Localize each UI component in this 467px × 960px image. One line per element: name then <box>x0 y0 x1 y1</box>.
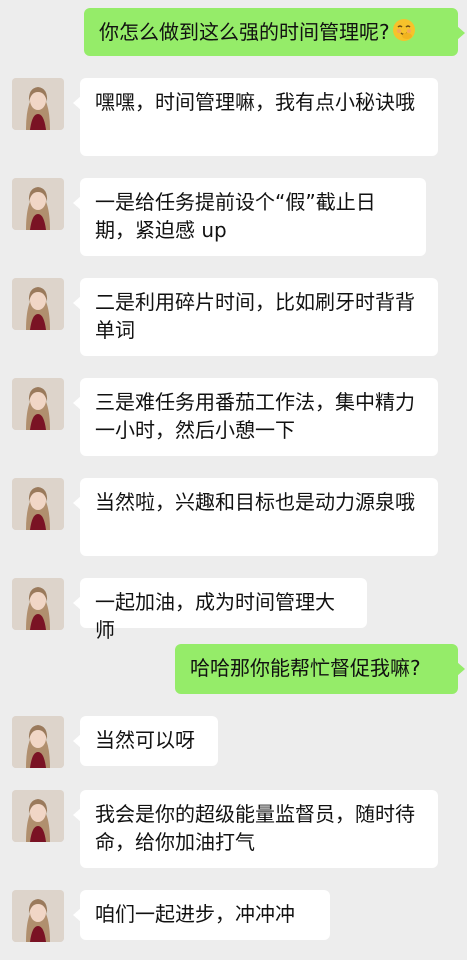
message-bubble[interactable]: 嘿嘿，时间管理嘛，我有点小秘诀哦 <box>73 78 438 156</box>
contact-avatar[interactable] <box>12 790 64 842</box>
avatar-portrait-icon <box>12 478 64 530</box>
avatar-portrait-icon <box>12 578 64 630</box>
avatar-portrait-icon <box>12 178 64 230</box>
contact-avatar[interactable] <box>12 890 64 942</box>
avatar-portrait-icon <box>12 890 64 942</box>
contact-avatar[interactable] <box>12 278 64 330</box>
avatar-portrait-icon <box>12 78 64 130</box>
message-bubble[interactable]: 当然可以呀 <box>73 716 218 766</box>
contact-avatar[interactable] <box>12 178 64 230</box>
message-bubble[interactable]: 一起加油，成为时间管理大师 <box>73 578 367 642</box>
message-bubble[interactable]: 当然啦，兴趣和目标也是动力源泉哦 <box>73 478 438 556</box>
chat-area[interactable]: 你怎么做到这么强的时间管理呢? 嘿嘿，时间管理嘛，我有点小秘诀哦 一是给任务提前… <box>0 0 467 960</box>
contact-avatar[interactable] <box>12 78 64 130</box>
avatar-portrait-icon <box>12 378 64 430</box>
message-bubble[interactable]: 你怎么做到这么强的时间管理呢? <box>84 8 465 56</box>
contact-avatar[interactable] <box>12 716 64 768</box>
smiling-face-with-hand-over-mouth-icon <box>392 18 416 49</box>
message-bubble[interactable]: 一是给任务提前设个“假”截止日期，紧迫感 up <box>73 178 426 256</box>
avatar-portrait-icon <box>12 278 64 330</box>
contact-avatar[interactable] <box>12 578 64 630</box>
message-bubble[interactable]: 三是难任务用番茄工作法，集中精力一小时，然后小憩一下 <box>73 378 438 456</box>
message-bubble[interactable]: 我会是你的超级能量监督员，随时待命，给你加油打气 <box>73 790 438 868</box>
message-bubble[interactable]: 咱们一起进步，冲冲冲 <box>73 890 330 940</box>
message-bubble[interactable]: 哈哈那你能帮忙督促我嘛? <box>175 644 465 694</box>
avatar-portrait-icon <box>12 790 64 842</box>
avatar-portrait-icon <box>12 716 64 768</box>
contact-avatar[interactable] <box>12 478 64 530</box>
contact-avatar[interactable] <box>12 378 64 430</box>
message-bubble[interactable]: 二是利用碎片时间，比如刷牙时背背单词 <box>73 278 438 356</box>
message-text: 你怎么做到这么强的时间管理呢? <box>99 20 390 44</box>
